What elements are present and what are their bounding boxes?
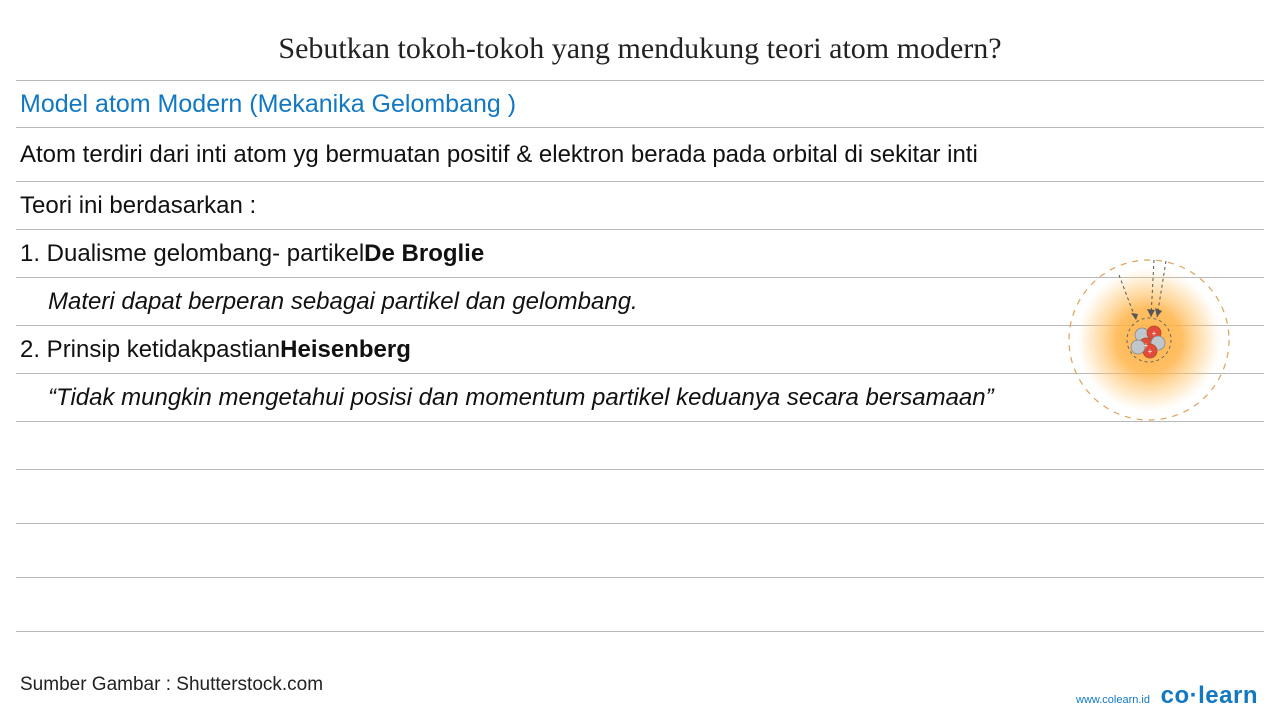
point1-line: 1. Dualisme gelombang- partikel De Brogl… (16, 230, 1264, 278)
empty-line-1 (16, 422, 1264, 470)
image-source-note: Sumber Gambar : Shutterstock.com (20, 674, 323, 696)
question-title: Sebutkan tokoh-tokoh yang mendukung teor… (0, 0, 1280, 80)
point1-name: De Broglie (364, 240, 484, 268)
empty-line-2 (16, 470, 1264, 524)
lined-notebook-area: Model atom Modern (Mekanika Gelombang ) … (16, 80, 1264, 632)
site-url: www.colearn.id (1076, 694, 1150, 706)
point1-detail-line: Materi dapat berperan sebagai partikel d… (16, 278, 1264, 326)
intro-line: Atom terdiri dari inti atom yg bermuatan… (16, 128, 1264, 182)
brand-learn: learn (1198, 682, 1258, 709)
point2-text: 2. Prinsip ketidakpastian (20, 336, 280, 364)
empty-line-3 (16, 524, 1264, 578)
subtitle-line: Model atom Modern (Mekanika Gelombang ) (16, 80, 1264, 128)
point2-line: 2. Prinsip ketidakpastian Heisenberg (16, 326, 1264, 374)
point2-name: Heisenberg (280, 336, 411, 364)
brand-co: co (1161, 682, 1190, 709)
basis-label-line: Teori ini berdasarkan : (16, 182, 1264, 230)
empty-line-4 (16, 578, 1264, 632)
brand-logo: co·learn (1161, 682, 1258, 710)
point2-detail-line: “Tidak mungkin mengetahui posisi dan mom… (16, 374, 1264, 422)
point1-text: 1. Dualisme gelombang- partikel (20, 240, 364, 268)
brand-dot-icon: · (1190, 682, 1199, 709)
